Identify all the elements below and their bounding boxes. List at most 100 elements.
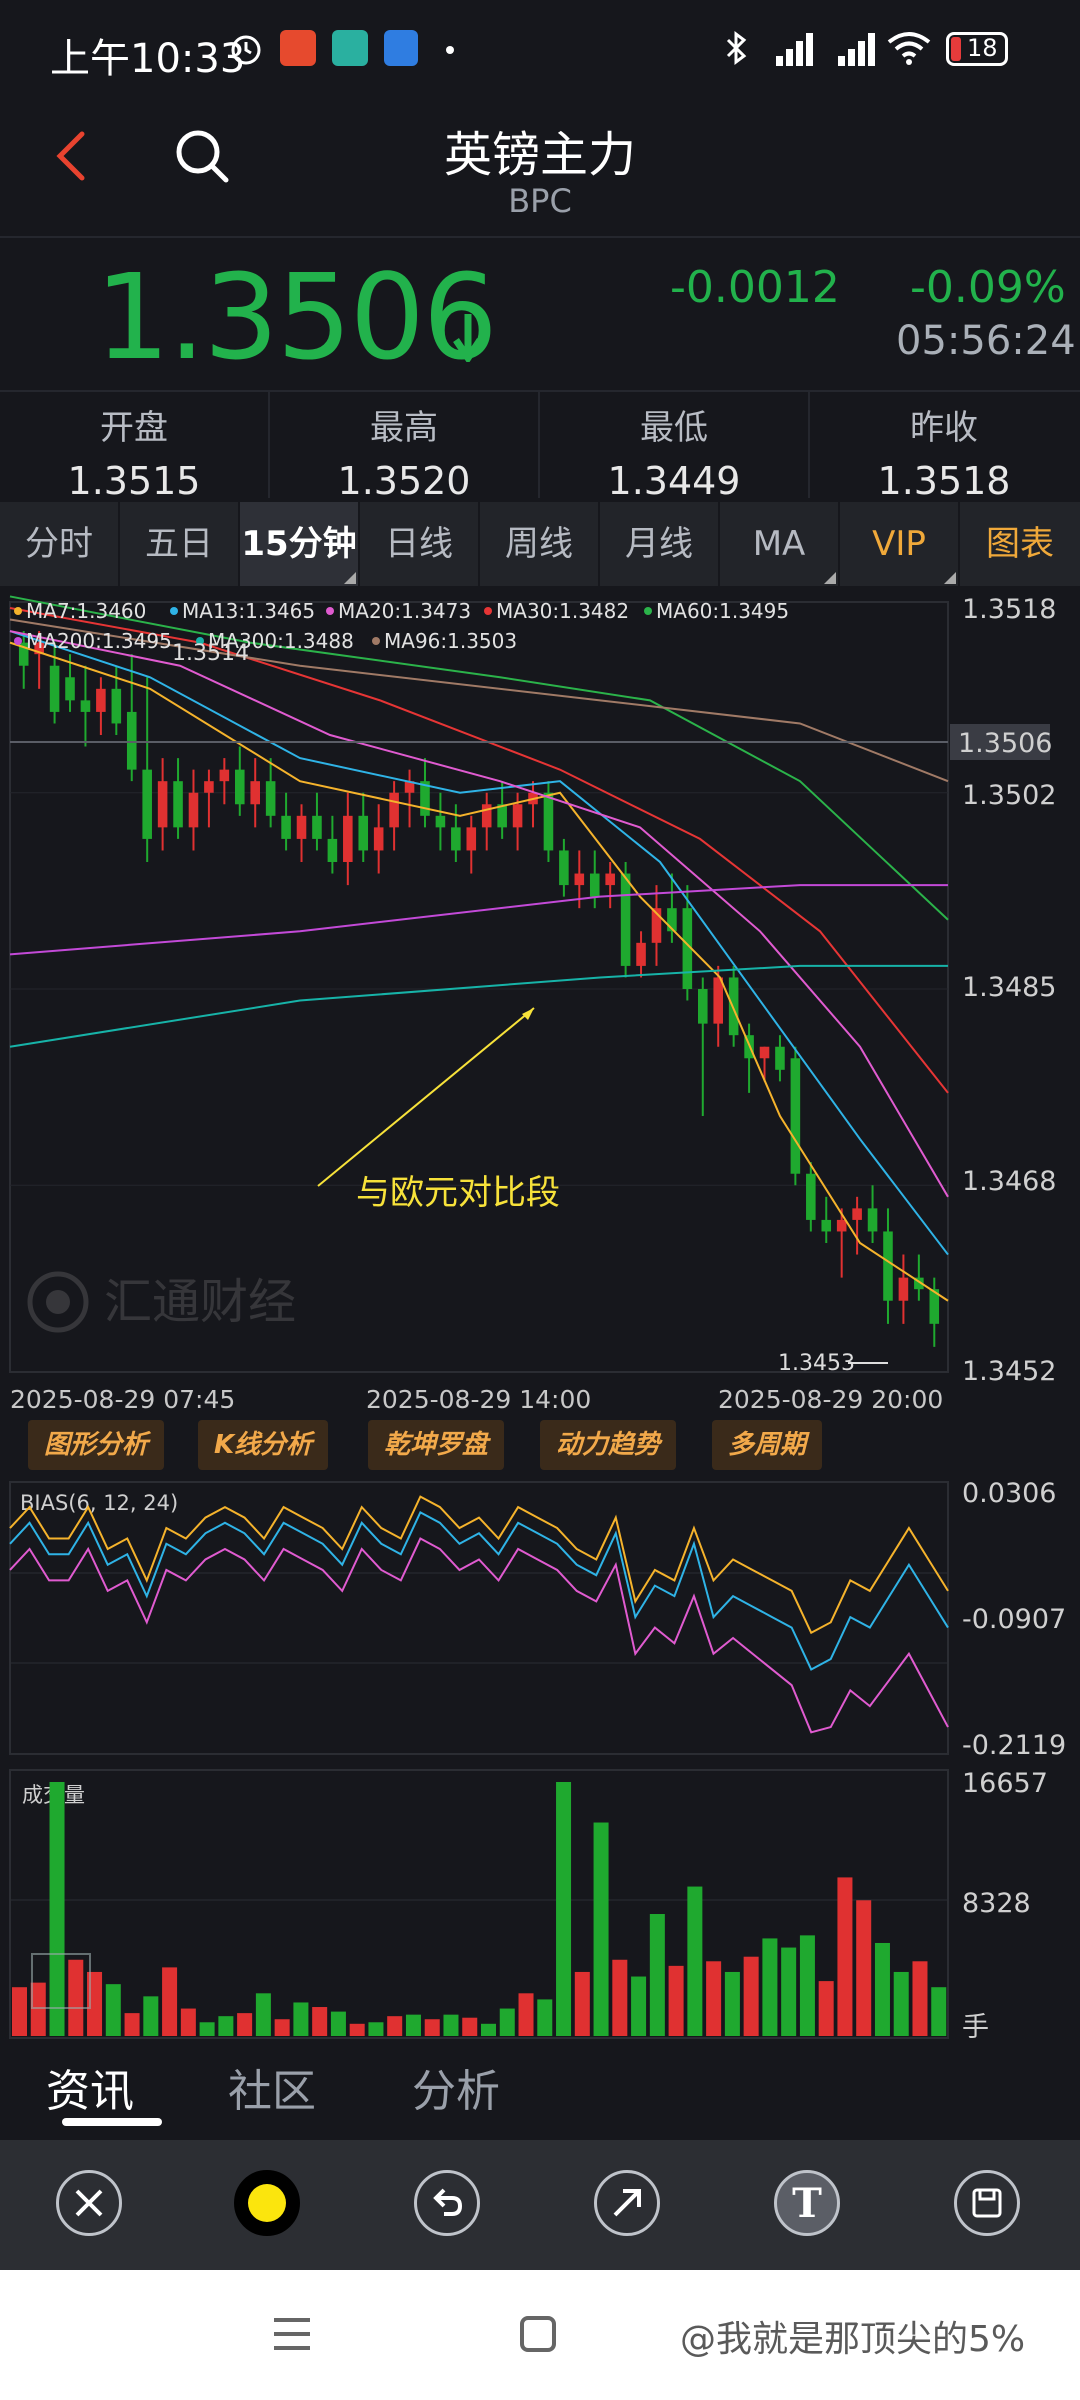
current-price-label: 1.3506 — [958, 728, 1052, 759]
close-icon[interactable] — [56, 2170, 122, 2236]
arrow-down-icon — [453, 314, 483, 362]
volume-bar — [481, 2023, 497, 2036]
volume-bar — [799, 1935, 815, 2036]
stat-value: 1.3515 — [67, 459, 201, 503]
more-notifications-icon — [446, 46, 454, 54]
watermark-logo: 汇通财经 — [27, 1271, 296, 1333]
y-tick-label: 8328 — [962, 1888, 1031, 1919]
tool-momentum[interactable]: 动力趋势 — [540, 1420, 677, 1470]
battery-level: 18 — [967, 34, 998, 62]
volume-bar — [218, 2016, 234, 2036]
volume-bar — [349, 2023, 365, 2036]
drawing-toolbar — [0, 2140, 1080, 2270]
candle-body — [466, 827, 477, 851]
stat-low: 最低 1.3449 — [540, 400, 808, 503]
volume-bar — [556, 1782, 572, 2036]
legend-item: MA200:1.3495 — [26, 629, 172, 653]
tab-weekly[interactable]: 周线 — [480, 502, 600, 586]
volume-bar — [687, 1886, 703, 2036]
ma300-line — [9, 964, 948, 1048]
volume-bar — [499, 2008, 515, 2036]
home-icon[interactable] — [518, 2314, 558, 2354]
volume-bar — [912, 1961, 928, 2036]
tab-ma[interactable]: MA — [720, 502, 840, 586]
legend-dot — [372, 637, 380, 645]
candle-body — [49, 665, 60, 712]
candle-body — [759, 1046, 770, 1059]
y-tick-label: -0.0907 — [962, 1604, 1066, 1635]
arrow-tool-icon[interactable] — [594, 2170, 660, 2236]
tab-minute[interactable]: 分时 — [0, 502, 120, 586]
battery-icon: 18 — [946, 32, 1008, 66]
tab-monthly[interactable]: 月线 — [600, 502, 720, 586]
candle-body — [281, 815, 291, 839]
volume-bar — [162, 1967, 178, 2036]
tab-analysis[interactable]: 分析 — [412, 2055, 500, 2119]
bias-chart[interactable]: BIAS(6, 12, 24) 0.0306 -0.0907 -0.2119 — [0, 1480, 1080, 1760]
ma200-line — [9, 884, 948, 956]
x-tick-label: 2025-08-29 07:45 — [10, 1385, 235, 1414]
volume-bar — [199, 2022, 215, 2036]
save-icon[interactable] — [954, 2170, 1020, 2236]
candle-body — [821, 1219, 832, 1232]
y-tick-label: 1.3452 — [962, 1356, 1056, 1387]
legend-dot — [14, 637, 22, 645]
volume-bar — [405, 2014, 421, 2036]
candle-body — [173, 781, 183, 828]
candle-body — [605, 873, 615, 886]
tab-daily[interactable]: 日线 — [360, 502, 480, 586]
text-tool-icon[interactable]: T — [774, 2170, 840, 2236]
bias12-line — [9, 1510, 949, 1671]
tool-multi-period[interactable]: 多周期 — [712, 1420, 823, 1470]
tool-compass[interactable]: 乾坤罗盘 — [368, 1420, 505, 1470]
dropdown-corner-icon — [944, 572, 956, 584]
stat-label: 最高 — [370, 408, 438, 448]
x-tick-label: 2025-08-29 14:00 — [366, 1385, 591, 1414]
tab-chart[interactable]: 图表 — [960, 502, 1080, 586]
tab-five-day[interactable]: 五日 — [120, 502, 240, 586]
legend-dot — [484, 607, 492, 615]
stat-value: 1.3449 — [607, 459, 741, 503]
legend-dot — [170, 607, 178, 615]
signal-icon — [838, 33, 875, 66]
volume-bar — [781, 1947, 797, 2036]
bluetooth-icon — [726, 31, 747, 65]
undo-icon[interactable] — [414, 2170, 480, 2236]
candle-body — [697, 989, 708, 1024]
high-mark-label: 1.3514 — [172, 641, 249, 666]
legend-item: MA96:1.3503 — [384, 629, 517, 653]
low-mark-label: 1.3453 — [778, 1351, 855, 1376]
candlestick-chart[interactable]: MA7:1.3460 MA13:1.3465 MA20:1.3473 MA30:1.3… — [0, 590, 1080, 1420]
legend-item: MA60:1.3495 — [656, 599, 789, 623]
stat-label: 最低 — [640, 408, 708, 448]
divider — [0, 390, 1080, 392]
quote-time: 05:56:24 — [896, 318, 1076, 364]
candle-body — [389, 792, 399, 828]
tool-shape-analysis[interactable]: 图形分析 — [28, 1420, 165, 1470]
volume-bar — [293, 2002, 309, 2036]
status-bar: 上午10:33 18 — [0, 0, 1080, 100]
candle-body — [358, 815, 369, 851]
volume-bar — [612, 1959, 628, 2036]
candle-body — [836, 1219, 847, 1232]
volume-bar — [180, 2008, 196, 2036]
tab-vip[interactable]: VIP — [840, 502, 960, 586]
volume-bar — [255, 1993, 271, 2036]
menu-icon[interactable] — [272, 2314, 312, 2354]
status-time: 上午10:33 — [50, 36, 246, 82]
volume-chart[interactable]: 成交量 16657 8328 手 — [0, 1768, 1080, 2044]
candle-body — [250, 781, 261, 805]
candle-body — [111, 688, 122, 724]
ma-legend: MA7:1.3460 MA13:1.3465 MA20:1.3473 MA30:1.3… — [14, 599, 789, 653]
tool-kline-analysis[interactable]: K线分析 — [198, 1420, 329, 1470]
tab-community[interactable]: 社区 — [228, 2055, 316, 2119]
active-tab-indicator — [62, 2118, 162, 2126]
volume-bar — [105, 1984, 121, 2036]
y-tick-label: 1.3502 — [962, 780, 1056, 811]
tab-news[interactable]: 资讯 — [46, 2055, 134, 2119]
volume-bar — [724, 1971, 740, 2036]
color-picker-icon[interactable] — [234, 2170, 300, 2236]
candle-body — [327, 838, 338, 862]
tab-15-min[interactable]: 15分钟 — [240, 502, 360, 586]
volume-bar — [368, 2022, 384, 2036]
